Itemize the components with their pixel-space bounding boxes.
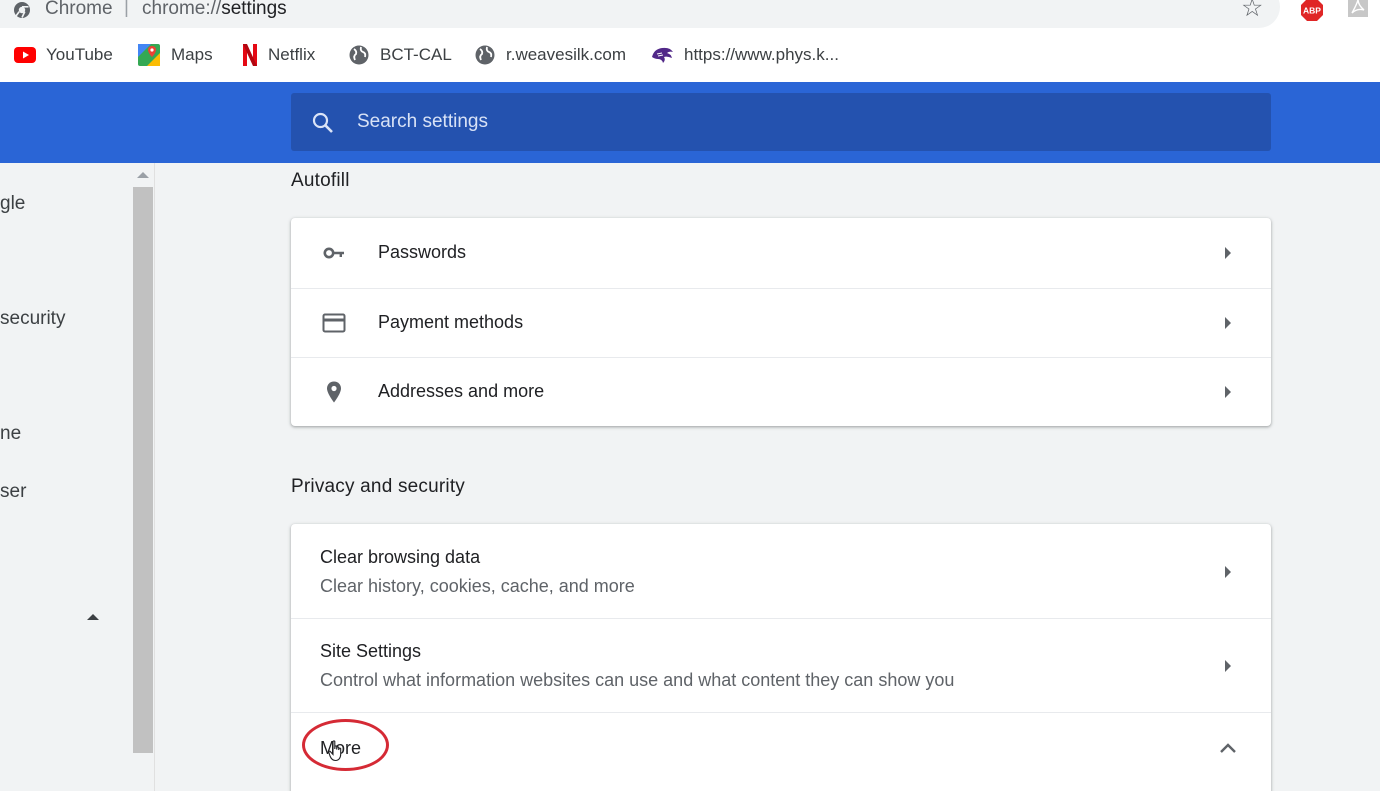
hand-cursor-icon (328, 740, 342, 762)
credit-card-icon (322, 313, 346, 333)
search-box[interactable] (291, 93, 1271, 151)
search-input[interactable] (357, 109, 1237, 135)
bookmark-label: Netflix (268, 45, 316, 64)
arrow-right-icon (1225, 566, 1231, 578)
autofill-section-title: Autofill (291, 170, 350, 191)
chevron-up-icon (1220, 743, 1236, 753)
sidebar-divider (154, 163, 155, 791)
omnibox[interactable]: Chrome | chrome://settings (0, 0, 1280, 28)
site-settings-title: Site Settings (320, 641, 422, 661)
bookmark-label: BCT-CAL (380, 45, 452, 64)
maps-icon (138, 44, 160, 66)
scroll-up-arrow-icon[interactable] (137, 172, 149, 178)
url-prefix: chrome:// (142, 0, 222, 19)
omnibox-separator: | (124, 0, 129, 18)
key-icon (323, 247, 344, 259)
site-info-icon[interactable] (13, 1, 31, 19)
clear-browsing-data-title: Clear browsing data (320, 547, 481, 567)
url-host: settings (221, 0, 287, 19)
arrow-right-icon (1225, 317, 1231, 329)
bookmark-label: Maps (171, 45, 213, 64)
omnibox-site-label: Chrome (45, 0, 113, 19)
sidebar-collapse-icon[interactable] (87, 614, 99, 620)
passwords-label: Passwords (378, 242, 467, 262)
bookmark-label: YouTube (46, 45, 113, 64)
site-settings-row[interactable]: Site Settings Control what information w… (291, 618, 1271, 712)
bookmark-netflix[interactable]: Netflix (242, 43, 315, 67)
sidebar-item-on-startup[interactable]: ne (0, 423, 21, 445)
payment-methods-row[interactable]: Payment methods (291, 288, 1271, 357)
bookmark-label: r.weavesilk.com (506, 45, 626, 64)
bookmark-weavesilk[interactable]: r.weavesilk.com (474, 43, 626, 67)
sidebar-item-privacy-and-security[interactable]: security (0, 308, 65, 330)
clear-browsing-data-subtitle: Clear history, cookies, cache, and more (320, 576, 635, 596)
adblock-plus-icon[interactable]: ABP (1300, 0, 1324, 22)
bookmark-label: https://www.phys.k... (684, 45, 839, 64)
bookmark-youtube[interactable]: YouTube (14, 43, 113, 67)
site-settings-subtitle: Control what information websites can us… (320, 670, 955, 690)
netflix-icon (243, 44, 257, 66)
bookmark-bct-cal[interactable]: BCT-CAL (348, 43, 452, 67)
addresses-row[interactable]: Addresses and more (291, 357, 1271, 426)
passwords-row[interactable]: Passwords (291, 218, 1271, 288)
youtube-icon (14, 47, 36, 63)
autofill-card: Passwords Payment methods Addresses and … (291, 218, 1271, 426)
sidebar-item-default-browser[interactable]: ser (0, 481, 26, 503)
globe-icon (475, 45, 495, 65)
search-icon (312, 112, 333, 133)
location-pin-icon (327, 381, 341, 403)
more-row[interactable]: More (291, 712, 1271, 791)
arrow-right-icon (1225, 660, 1231, 672)
sidebar-scrollbar[interactable] (132, 163, 154, 791)
clear-browsing-data-row[interactable]: Clear browsing data Clear history, cooki… (291, 524, 1271, 618)
bookmark-maps[interactable]: Maps (137, 43, 213, 67)
bookmark-phys[interactable]: https://www.phys.k... (650, 43, 839, 67)
settings-header (0, 82, 1380, 163)
bookmarks-bar: YouTube Maps Netflix BCT-CAL r.weavesilk… (0, 34, 1380, 82)
addresses-label: Addresses and more (378, 381, 545, 401)
sidebar-item-you-and-google[interactable]: gle (0, 193, 25, 215)
omnibox-row: Chrome | chrome://settings ☆ ABP (0, 0, 1380, 34)
scrollbar-thumb[interactable] (133, 187, 153, 753)
privacy-card: Clear browsing data Clear history, cooki… (291, 524, 1271, 791)
bookmark-star-icon[interactable]: ☆ (1241, 0, 1263, 21)
sidebar: gle security ne ser (0, 163, 155, 791)
globe-icon (349, 45, 369, 65)
omnibox-url[interactable]: chrome://settings (142, 0, 287, 20)
privacy-section-title: Privacy and security (291, 476, 466, 497)
arrow-right-icon (1225, 247, 1231, 259)
payment-methods-label: Payment methods (378, 312, 524, 332)
pdf-extension-icon[interactable] (1347, 0, 1369, 18)
wildcat-icon (652, 47, 673, 63)
svg-text:ABP: ABP (1303, 6, 1321, 16)
arrow-right-icon (1225, 386, 1231, 398)
